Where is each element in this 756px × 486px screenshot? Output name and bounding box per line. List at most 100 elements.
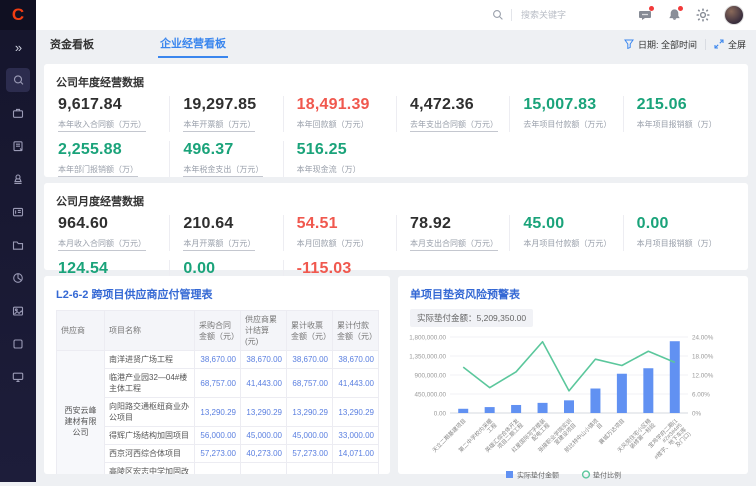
stat-item: 2,255.88本年部门报销额（万） [56, 141, 169, 177]
left-axis-tick: 1,800,000.00 [409, 335, 446, 342]
expand-icon [714, 39, 724, 49]
right-axis-tick: 0% [692, 411, 702, 418]
stat-item: 78.92 本月支出合同额（万元） [396, 215, 509, 251]
sidebar-item-id-card-icon[interactable] [6, 200, 30, 224]
sidebar-item-search-icon[interactable] [6, 68, 30, 92]
stat-value: 4,472.36 [410, 96, 509, 114]
risk-chart[interactable]: 0.000%450,000.006.00%900,000.0012.00%1,3… [398, 329, 748, 486]
legend-bar-label[interactable]: 实际垫付金额 [517, 471, 559, 480]
line-series[interactable] [463, 342, 675, 391]
sidebar-item-stamp-icon[interactable] [6, 167, 30, 191]
fullscreen-button[interactable]: 全屏 [714, 38, 746, 51]
bar-8[interactable] [670, 341, 680, 413]
stat-label: 本年现金流（万） [297, 164, 361, 175]
stat-item: 54.51本月回款额（万元） [283, 215, 396, 251]
sidebar-item-square-icon[interactable] [6, 332, 30, 356]
message-badge [649, 6, 654, 11]
column-header: 采购合同金额（元） [195, 311, 241, 351]
bar-4[interactable] [564, 400, 574, 413]
legend-line-swatch[interactable] [583, 471, 590, 478]
sidebar-item-folder-icon[interactable] [6, 233, 30, 257]
bar-6[interactable] [617, 374, 627, 413]
stat-item: 516.25本年现金流（万） [283, 141, 396, 177]
stat-label[interactable]: 本月支出合同额（万元） [410, 238, 498, 251]
table-row: 得辉广场结构加固项目56,000.0045,000.0045,000.0033,… [57, 427, 379, 445]
sidebar-nav [0, 68, 36, 389]
folder-icon [11, 238, 25, 252]
amount-cell: 13,290.29 [287, 398, 333, 427]
stat-label: 本月项目付款额（万元） [523, 238, 611, 249]
messages-button[interactable] [637, 7, 653, 23]
collapse-sidebar-button[interactable]: » [0, 30, 36, 64]
column-header: 累计收票金额（元） [287, 311, 333, 351]
column-header: 累计付款金额（元） [333, 311, 379, 351]
legend-line-label[interactable]: 垫付比例 [593, 471, 621, 480]
sidebar-item-briefcase-icon[interactable] [6, 101, 30, 125]
legend-bar-swatch[interactable] [506, 471, 513, 478]
stat-label[interactable]: 本月收入合同额（万元） [58, 238, 146, 251]
right-axis-tick: 18.00% [692, 354, 714, 361]
right-axis-tick: 12.00% [692, 373, 714, 380]
bar-2[interactable] [511, 405, 521, 413]
amount-cell: 68,757.00 [195, 369, 241, 398]
stat-label: 本年项目报销额（万） [637, 119, 717, 130]
sidebar-item-clipboard-icon[interactable] [6, 134, 30, 158]
search-input[interactable] [519, 9, 603, 21]
stat-label[interactable]: 本月开票额（万元） [183, 238, 255, 251]
amount-cell: 38,670.00 [287, 351, 333, 369]
stat-value: 15,007.83 [523, 96, 622, 114]
stat-label: 本月回款额（万元） [297, 238, 369, 249]
user-avatar[interactable] [724, 5, 744, 25]
stat-label[interactable]: 去年支出合同额（万元） [410, 119, 498, 132]
amount-cell: 20,000.00 [287, 463, 333, 475]
stat-item: 4,472.36 去年支出合同额（万元） [396, 96, 509, 132]
amount-cell: 13,290.29 [195, 398, 241, 427]
stat-value: 964.60 [58, 215, 169, 233]
tab-enterprise-dashboard[interactable]: 企业经营看板 [158, 30, 228, 58]
amount-cell: 45,000.00 [241, 427, 287, 445]
amount-cell: 40,273.00 [241, 445, 287, 463]
amount-cell: 38,670.00 [241, 351, 287, 369]
column-header: 供应商 [57, 311, 105, 351]
stat-item: 210.64本月开票额（万元） [169, 215, 282, 251]
left-axis-tick: 900,000.00 [414, 373, 446, 380]
stat-value: 18,491.39 [297, 96, 396, 114]
amount-cell: 13,290.29 [241, 398, 287, 427]
stat-value: 0.00 [637, 215, 736, 233]
settings-button[interactable] [695, 7, 711, 23]
stat-value: 496.37 [183, 141, 282, 159]
left-axis-tick: 450,000.00 [414, 392, 446, 399]
stat-value: 9,617.84 [58, 96, 169, 114]
bar-0[interactable] [458, 409, 468, 413]
date-filter-button[interactable]: 日期: 全部时间 [624, 38, 697, 51]
sidebar-item-picture-icon[interactable] [6, 299, 30, 323]
stat-value: 45.00 [523, 215, 622, 233]
stat-label[interactable]: 本年收入合同额（万元） [58, 119, 146, 132]
stat-label: 去年项目付款额（万元） [523, 119, 611, 130]
risk-warning-card: 单项目垫资风险预警表 实际垫付金额：5,209,350.00 0.000%450… [398, 276, 748, 474]
stat-label[interactable]: 本年部门报销额（万） [58, 164, 138, 177]
stat-item: 45.00 本月项目付款额（万元） [509, 215, 622, 251]
stat-label[interactable]: 本年税金支出（万元） [183, 164, 263, 177]
stat-label[interactable]: 本年开票额（万元） [183, 119, 255, 132]
table-row: 临港产业园32—04#楼主体工程68,757.0041,443.0068,757… [57, 369, 379, 398]
sidebar-item-monitor-icon[interactable] [6, 365, 30, 389]
filter-funnel-icon [624, 39, 634, 49]
stat-item: 964.60 本月收入合同额（万元） [56, 215, 169, 251]
bar-1[interactable] [485, 407, 495, 413]
bar-3[interactable] [538, 403, 548, 413]
tab-funds-dashboard[interactable]: 资金看板 [48, 30, 96, 58]
table-body: 西安云峰建材有限公司南洋进贤广场工程38,670.0038,670.0038,6… [57, 351, 379, 475]
stat-label: 本年回款额（万元） [297, 119, 369, 130]
briefcase-icon [11, 106, 25, 120]
stat-item: 496.37 本年税金支出（万元） [169, 141, 282, 177]
stat-item: 0.00本月项目报销额（万） [623, 215, 736, 251]
amount-cell: 450,800.00 [241, 463, 287, 475]
annual-stats-grid: 9,617.84本年收入合同额（万元）19,297.85本年开票额（万元）18,… [44, 96, 748, 185]
stat-value: 78.92 [410, 215, 509, 233]
bar-7[interactable] [643, 368, 653, 413]
sidebar-item-pie-chart-icon[interactable] [6, 266, 30, 290]
search-icon[interactable] [492, 9, 504, 21]
notifications-button[interactable] [666, 7, 682, 23]
bar-5[interactable] [590, 389, 600, 413]
